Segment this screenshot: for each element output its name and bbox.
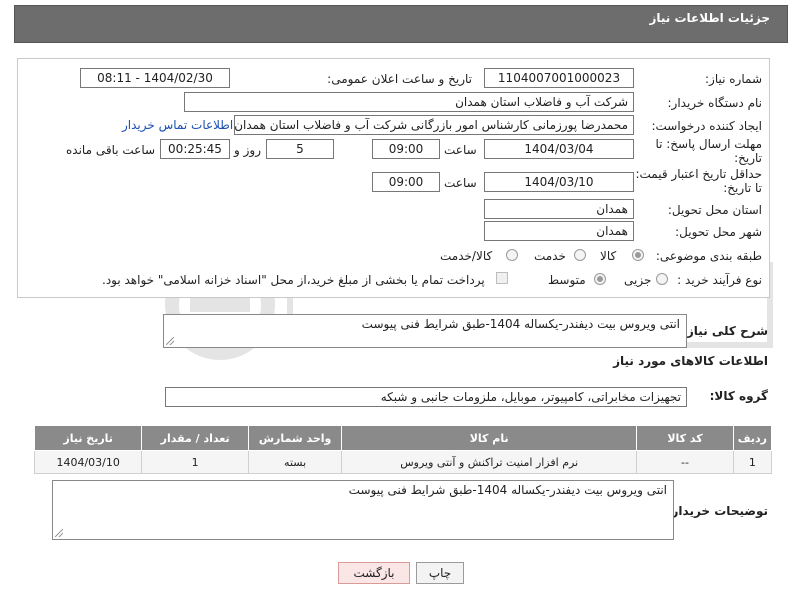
city-field: همدان	[484, 221, 634, 241]
process-option-minor: جزیی	[624, 273, 652, 287]
goods-section-title: اطلاعات کالاهای مورد نیاز	[613, 354, 768, 368]
category-option-service: خدمت	[534, 249, 566, 263]
min-price-label: حداقل تاریخ اعتبار قیمت:	[635, 167, 762, 181]
buyer-notes-textarea[interactable]: انتی ویروس بیت دیفندر-یکساله 1404-طبق شر…	[52, 480, 674, 540]
col-header-quantity: تعداد / مقدار	[141, 425, 249, 451]
cell-quantity: 1	[141, 450, 249, 474]
announce-datetime-label: تاریخ و ساعت اعلان عمومی:	[327, 72, 472, 86]
description-label: شرح کلی نیاز:	[682, 324, 768, 338]
announce-datetime-field: 1404/02/30 - 08:11	[80, 68, 230, 88]
deadline-label: مهلت ارسال پاسخ: تا	[655, 137, 762, 151]
category-option-goods-service: کالا/خدمت	[440, 249, 493, 263]
treasury-payment-checkbox[interactable]	[496, 272, 508, 284]
category-radio-service[interactable]	[574, 249, 586, 261]
cell-need-date: 1404/03/10	[33, 450, 143, 474]
table-row: 1 -- نرم افزار امنیت تراکنش و آنتی ویروس…	[33, 450, 773, 474]
page-title: جزئیات اطلاعات نیاز	[649, 11, 770, 25]
min-price-date-field: 1404/03/10	[484, 172, 634, 192]
buyer-notes-label: توضیحات خریدار:	[666, 504, 768, 518]
remaining-label: ساعت باقی مانده	[66, 143, 156, 157]
creator-field: محمدرضا پورزمانی کارشناس امور بازرگانی ش…	[234, 115, 634, 135]
category-label: طبقه بندی موضوعی:	[655, 249, 762, 263]
col-header-row-number: ردیف	[732, 425, 773, 451]
description-text: انتی ویروس بیت دیفندر-یکساله 1404-طبق شر…	[361, 317, 680, 331]
table-header-row: ردیف کد کالا نام کالا واحد شمارش تعداد /…	[33, 425, 773, 451]
deadline-time-label: ساعت	[444, 143, 477, 157]
process-label: نوع فرآیند خرید :	[677, 273, 762, 287]
resize-grip-icon[interactable]	[166, 337, 174, 345]
cell-item-name: نرم افزار امنیت تراکنش و آنتی ویروس	[341, 450, 638, 474]
min-price-time-label: ساعت	[444, 176, 477, 190]
province-field: همدان	[484, 199, 634, 219]
back-button[interactable]: بازگشت	[338, 562, 410, 584]
col-header-unit: واحد شمارش	[247, 425, 343, 451]
process-option-medium: متوسط	[548, 273, 586, 287]
buyer-notes-text: انتی ویروس بیت دیفندر-یکساله 1404-طبق شر…	[348, 483, 667, 497]
col-header-item-code: کد کالا	[636, 425, 734, 451]
deadline-time-field: 09:00	[372, 139, 440, 159]
min-price-label-date: تا تاریخ:	[723, 181, 762, 195]
col-header-need-date: تاریخ نیاز	[33, 425, 143, 451]
creator-label: ایجاد کننده درخواست:	[651, 119, 762, 133]
deadline-label-date: تاریخ:	[734, 151, 762, 165]
cell-unit: بسته	[247, 450, 343, 474]
process-radio-medium[interactable]	[594, 273, 606, 285]
buyer-org-field: شرکت آب و فاضلاب استان همدان	[184, 92, 634, 112]
city-label: شهر محل تحویل:	[675, 225, 762, 239]
min-price-time-field: 09:00	[372, 172, 440, 192]
deadline-date-field: 1404/03/04	[484, 139, 634, 159]
goods-table: ردیف کد کالا نام کالا واحد شمارش تعداد /…	[33, 425, 773, 474]
goods-group-field: تجهیزات مخابراتی، کامپیوتر، موبایل، ملزو…	[165, 387, 687, 407]
remaining-time-field: 00:25:45	[160, 139, 230, 159]
need-number-label: شماره نیاز:	[705, 72, 762, 86]
resize-grip-icon[interactable]	[55, 529, 63, 537]
cell-row-number: 1	[732, 450, 773, 474]
treasury-payment-note: پرداخت تمام یا بخشی از مبلغ خرید،از محل …	[102, 273, 485, 287]
province-label: استان محل تحویل:	[667, 203, 762, 217]
category-radio-goods-service[interactable]	[506, 249, 518, 261]
days-field: 5	[266, 139, 334, 159]
buyer-org-label: نام دستگاه خریدار:	[667, 96, 763, 110]
category-radio-goods[interactable]	[632, 249, 644, 261]
buyer-contact-link[interactable]: اطلاعات تماس خریدار	[122, 118, 233, 132]
process-radio-minor[interactable]	[656, 273, 668, 285]
print-button[interactable]: چاپ	[416, 562, 464, 584]
goods-group-label: گروه کالا:	[709, 389, 768, 403]
col-header-item-name: نام کالا	[341, 425, 638, 451]
need-number-field: 1104007001000023	[484, 68, 634, 88]
description-textarea[interactable]: انتی ویروس بیت دیفندر-یکساله 1404-طبق شر…	[163, 314, 687, 348]
category-option-goods: کالا	[600, 249, 617, 263]
days-label: روز و	[234, 143, 261, 157]
cell-item-code: --	[636, 450, 734, 474]
